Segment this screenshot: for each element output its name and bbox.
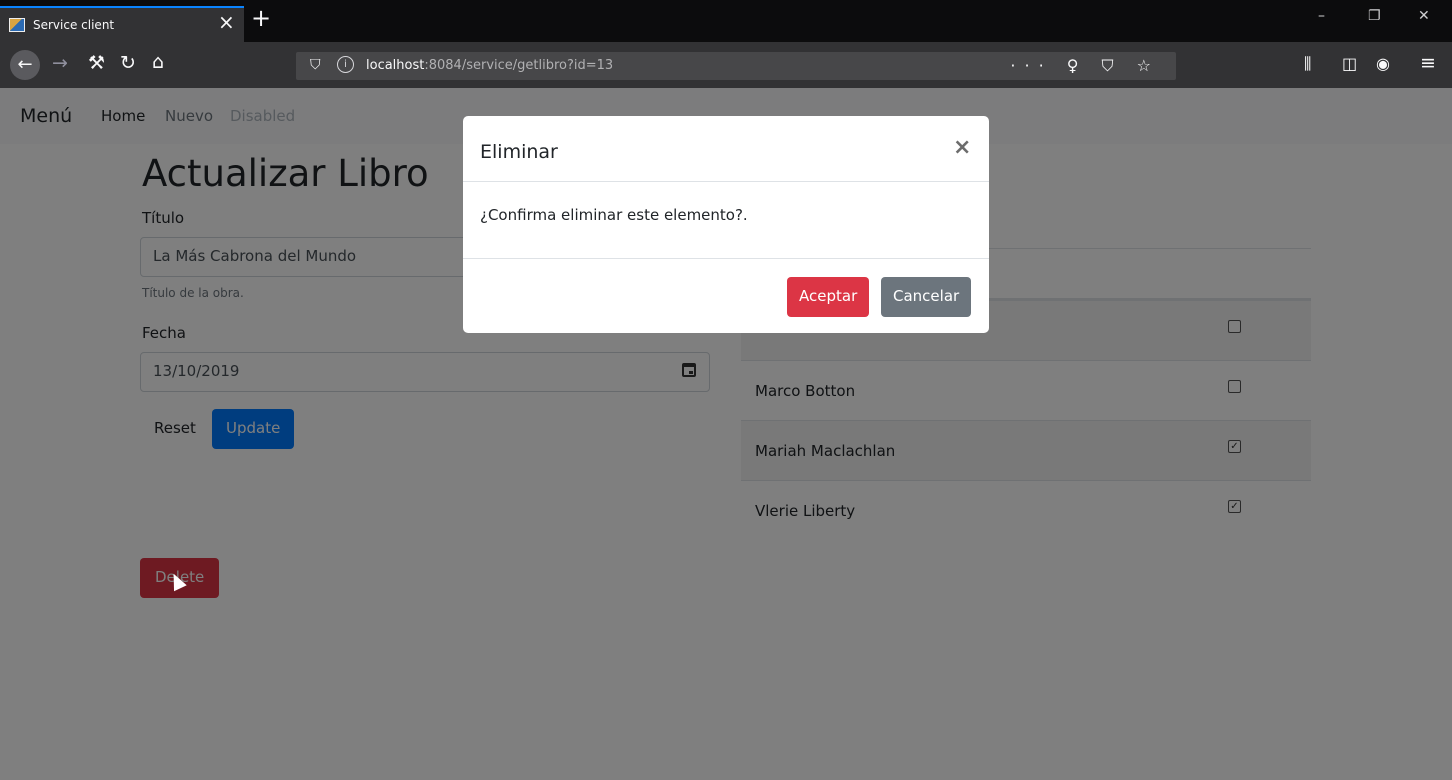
- back-icon[interactable]: ←: [10, 50, 40, 80]
- page-actions-icons[interactable]: ··· ♀ ⛉ ☆: [1010, 56, 1160, 76]
- browser-tab[interactable]: Service client ×: [0, 6, 244, 42]
- modal-title: Eliminar: [480, 141, 558, 163]
- tools-icon[interactable]: ⚒: [88, 54, 105, 73]
- browser-toolbar: ← → ⚒ ↻ ⌂ ⛉ i localhost:8084/service/get…: [0, 42, 1452, 88]
- reload-icon[interactable]: ↻: [120, 54, 136, 73]
- tab-close-icon[interactable]: ×: [218, 12, 235, 32]
- tab-title: Service client: [33, 18, 115, 32]
- modal-footer: Aceptar Cancelar: [463, 258, 989, 333]
- confirm-delete-modal: Eliminar × ¿Confirma eliminar este eleme…: [463, 116, 989, 333]
- cancel-button[interactable]: Cancelar: [881, 277, 972, 317]
- url-bar[interactable]: ⛉ i localhost:8084/service/getlibro?id=1…: [296, 52, 1176, 80]
- url-text[interactable]: localhost:8084/service/getlibro?id=13: [366, 58, 613, 73]
- browser-tab-bar: Service client × + – ❐ ✕: [0, 0, 1452, 42]
- minimize-icon[interactable]: –: [1318, 8, 1325, 24]
- home-icon[interactable]: ⌂: [152, 53, 164, 72]
- close-icon[interactable]: ×: [953, 137, 971, 159]
- modal-header: Eliminar ×: [463, 116, 989, 182]
- forward-icon[interactable]: →: [52, 54, 68, 73]
- window-close-icon[interactable]: ✕: [1418, 8, 1430, 24]
- library-icon[interactable]: ⫼: [1304, 54, 1311, 74]
- hamburger-menu-icon[interactable]: ≡: [1420, 52, 1436, 74]
- favicon-icon: [9, 18, 25, 32]
- new-tab-icon[interactable]: +: [251, 6, 271, 30]
- account-icon[interactable]: ◉: [1376, 54, 1390, 73]
- modal-message: ¿Confirma eliminar este elemento?.: [480, 206, 748, 224]
- accept-button[interactable]: Aceptar: [787, 277, 870, 317]
- restore-icon[interactable]: ❐: [1368, 8, 1381, 24]
- sidebar-icon[interactable]: ◫: [1342, 54, 1357, 73]
- tracking-shield-icon[interactable]: ⛉: [310, 57, 321, 73]
- site-info-icon[interactable]: i: [337, 56, 354, 73]
